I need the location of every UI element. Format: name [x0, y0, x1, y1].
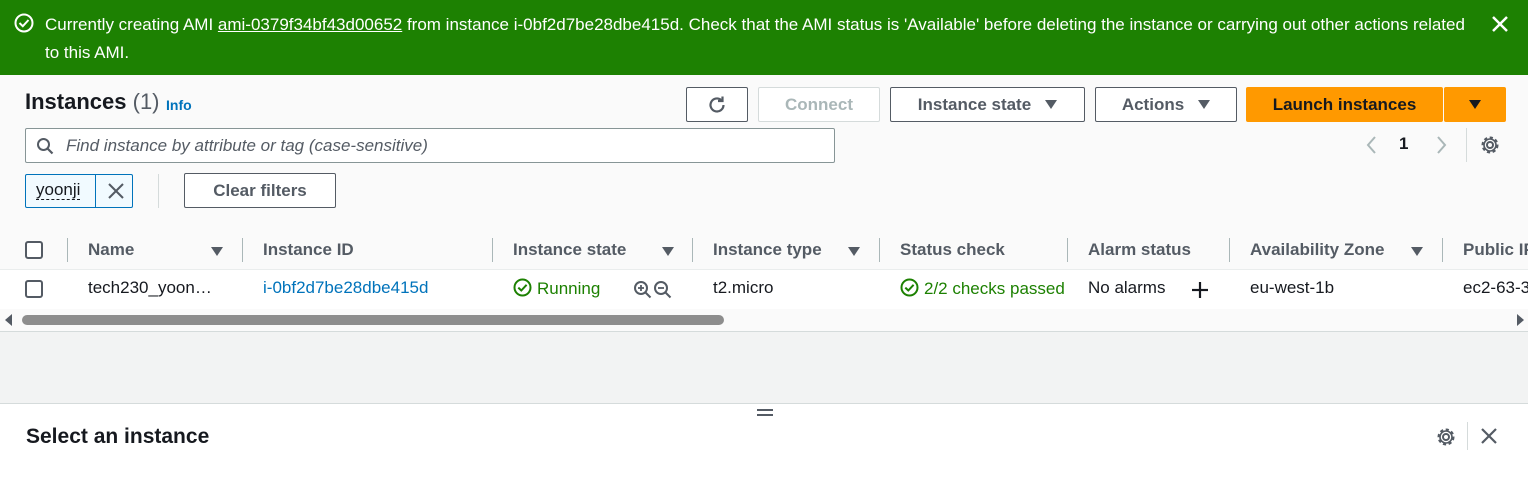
instance-type: t2.micro: [713, 278, 774, 297]
column-header-public-dns[interactable]: Public IPv4 DNS: [1463, 240, 1528, 260]
sort-icon[interactable]: [1411, 247, 1423, 256]
flash-message: Currently creating AMI ami-0379f34bf43d0…: [45, 11, 1465, 67]
alarm-status: No alarms: [1088, 278, 1166, 297]
column-header-name[interactable]: Name: [88, 240, 134, 260]
instance-state-status: Running: [513, 278, 600, 299]
horizontal-scrollbar[interactable]: [0, 309, 1528, 331]
column-divider[interactable]: [692, 238, 693, 262]
column-divider[interactable]: [1442, 238, 1443, 262]
caret-down-icon: [1045, 100, 1058, 109]
page-title: Instances (1): [25, 89, 160, 115]
column-divider[interactable]: [242, 238, 243, 262]
split-panel-close-icon[interactable]: [1478, 425, 1500, 447]
success-icon: [14, 13, 34, 33]
column-header-instance-state[interactable]: Instance state: [513, 240, 626, 260]
add-alarm-icon[interactable]: [1190, 280, 1210, 300]
current-page[interactable]: 1: [1399, 134, 1408, 154]
scrollbar-thumb[interactable]: [22, 315, 724, 325]
instance-count: (1): [132, 89, 160, 114]
refresh-icon: [709, 96, 725, 113]
column-divider[interactable]: [1229, 238, 1230, 262]
availability-zone: eu-west-1b: [1250, 278, 1335, 297]
previous-page-icon[interactable]: [1362, 134, 1382, 156]
filter-token: yoonji: [25, 174, 133, 208]
caret-down-icon: [1198, 100, 1211, 109]
scroll-right-icon[interactable]: [1517, 314, 1524, 326]
launch-instances-dropdown[interactable]: [1444, 87, 1506, 122]
status-check: 2/2 checks passed: [900, 278, 1065, 299]
search-icon: [37, 138, 54, 155]
status-check-icon: [900, 278, 919, 297]
launch-instances-button[interactable]: Launch instances: [1246, 87, 1443, 122]
split-panel-gear-icon[interactable]: [1435, 426, 1457, 448]
zoom-in-icon[interactable]: [633, 280, 652, 299]
next-page-icon[interactable]: [1431, 134, 1451, 156]
sort-icon[interactable]: [211, 247, 223, 256]
column-header-status-check[interactable]: Status check: [900, 240, 1005, 260]
actions-button[interactable]: Actions: [1095, 87, 1237, 122]
page-title-text: Instances: [25, 89, 127, 114]
instance-state-text: Running: [537, 279, 601, 298]
preferences-gear-icon[interactable]: [1479, 134, 1501, 156]
sort-icon[interactable]: [662, 247, 674, 256]
column-header-availability-zone[interactable]: Availability Zone: [1250, 240, 1384, 260]
remove-filter-icon[interactable]: [106, 181, 126, 201]
filter-divider: [158, 174, 159, 208]
resize-handle-icon[interactable]: [757, 409, 773, 419]
column-header-instance-type[interactable]: Instance type: [713, 240, 822, 260]
refresh-button[interactable]: [686, 87, 748, 122]
flash-close-icon[interactable]: [1488, 12, 1512, 36]
panel-gap: [0, 331, 1528, 403]
search-field[interactable]: [25, 128, 835, 163]
table-row[interactable]: tech230_yoon… i-0bf2d7be28dbe415d Runnin…: [0, 270, 1528, 309]
split-panel-divider: [1467, 422, 1468, 450]
flash-message-prefix: Currently creating AMI: [45, 15, 218, 34]
column-divider: [67, 238, 68, 262]
sort-icon[interactable]: [848, 247, 860, 256]
column-divider[interactable]: [1067, 238, 1068, 262]
caret-down-icon: [1469, 100, 1481, 109]
zoom-out-icon[interactable]: [653, 280, 672, 299]
column-divider[interactable]: [879, 238, 880, 262]
status-check-text: 2/2 checks passed: [924, 279, 1065, 298]
search-input[interactable]: [66, 133, 826, 159]
column-header-alarm-status[interactable]: Alarm status: [1088, 240, 1191, 260]
instance-id-link[interactable]: i-0bf2d7be28dbe415d: [263, 278, 428, 298]
row-checkbox[interactable]: [25, 280, 43, 298]
connect-button[interactable]: Connect: [758, 87, 880, 122]
column-divider[interactable]: [492, 238, 493, 262]
public-dns: ec2-63-3: [1463, 278, 1528, 297]
instance-state-button[interactable]: Instance state: [890, 87, 1085, 122]
split-panel-title: Select an instance: [26, 425, 210, 448]
actions-label: Actions: [1121, 94, 1185, 114]
select-all-checkbox[interactable]: [25, 241, 43, 259]
running-check-icon: [513, 278, 532, 297]
column-header-instance-id[interactable]: Instance ID: [263, 240, 354, 260]
instance-name: tech230_yoon…: [88, 278, 212, 297]
pager-divider: [1466, 128, 1467, 162]
clear-filters-button[interactable]: Clear filters: [184, 173, 336, 208]
ami-id-link[interactable]: ami-0379f34bf43d00652: [218, 15, 402, 34]
scroll-left-icon[interactable]: [5, 314, 12, 326]
flash-banner: Currently creating AMI ami-0379f34bf43d0…: [0, 0, 1528, 75]
info-link[interactable]: Info: [166, 97, 192, 113]
filter-token-divider: [95, 175, 96, 207]
instance-state-label: Instance state: [917, 94, 1032, 114]
table-header: Name Instance ID Instance state Instance…: [0, 230, 1528, 270]
filter-token-label: yoonji: [36, 180, 81, 200]
